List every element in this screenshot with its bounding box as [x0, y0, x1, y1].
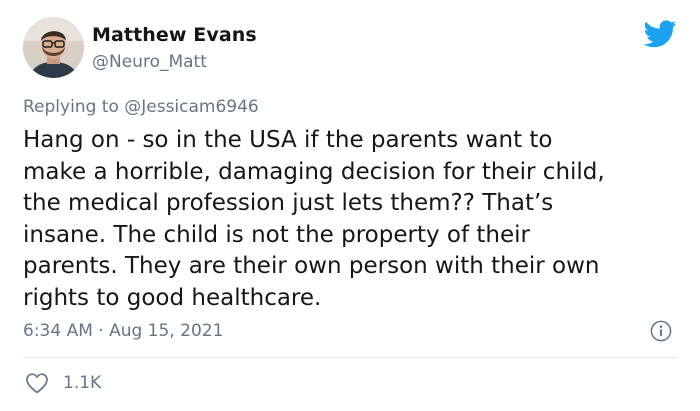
like-action[interactable]: 1.1K: [25, 371, 101, 395]
replying-to-line: Replying to @Jessicam6946: [23, 96, 259, 118]
divider: [23, 357, 678, 358]
tweet-timestamp[interactable]: 6:34 AM · Aug 15, 2021: [23, 320, 223, 342]
avatar[interactable]: [23, 17, 84, 78]
author-block: Matthew Evans @Neuro_Matt: [92, 24, 257, 72]
heart-icon[interactable]: [25, 372, 49, 394]
tweet-text: Hang on - so in the USA if the parents w…: [23, 127, 605, 311]
avatar-photo: [23, 17, 84, 78]
tweet-card: Matthew Evans @Neuro_Matt Replying to @J…: [0, 0, 700, 411]
replying-to-label: Replying to: [23, 97, 125, 117]
author-display-name[interactable]: Matthew Evans: [92, 24, 257, 46]
twitter-bird-icon[interactable]: [644, 20, 677, 48]
author-handle[interactable]: @Neuro_Matt: [92, 52, 257, 72]
like-count: 1.1K: [63, 373, 102, 393]
info-icon[interactable]: [650, 320, 672, 342]
reply-mention-link[interactable]: @Jessicam6946: [124, 97, 259, 117]
